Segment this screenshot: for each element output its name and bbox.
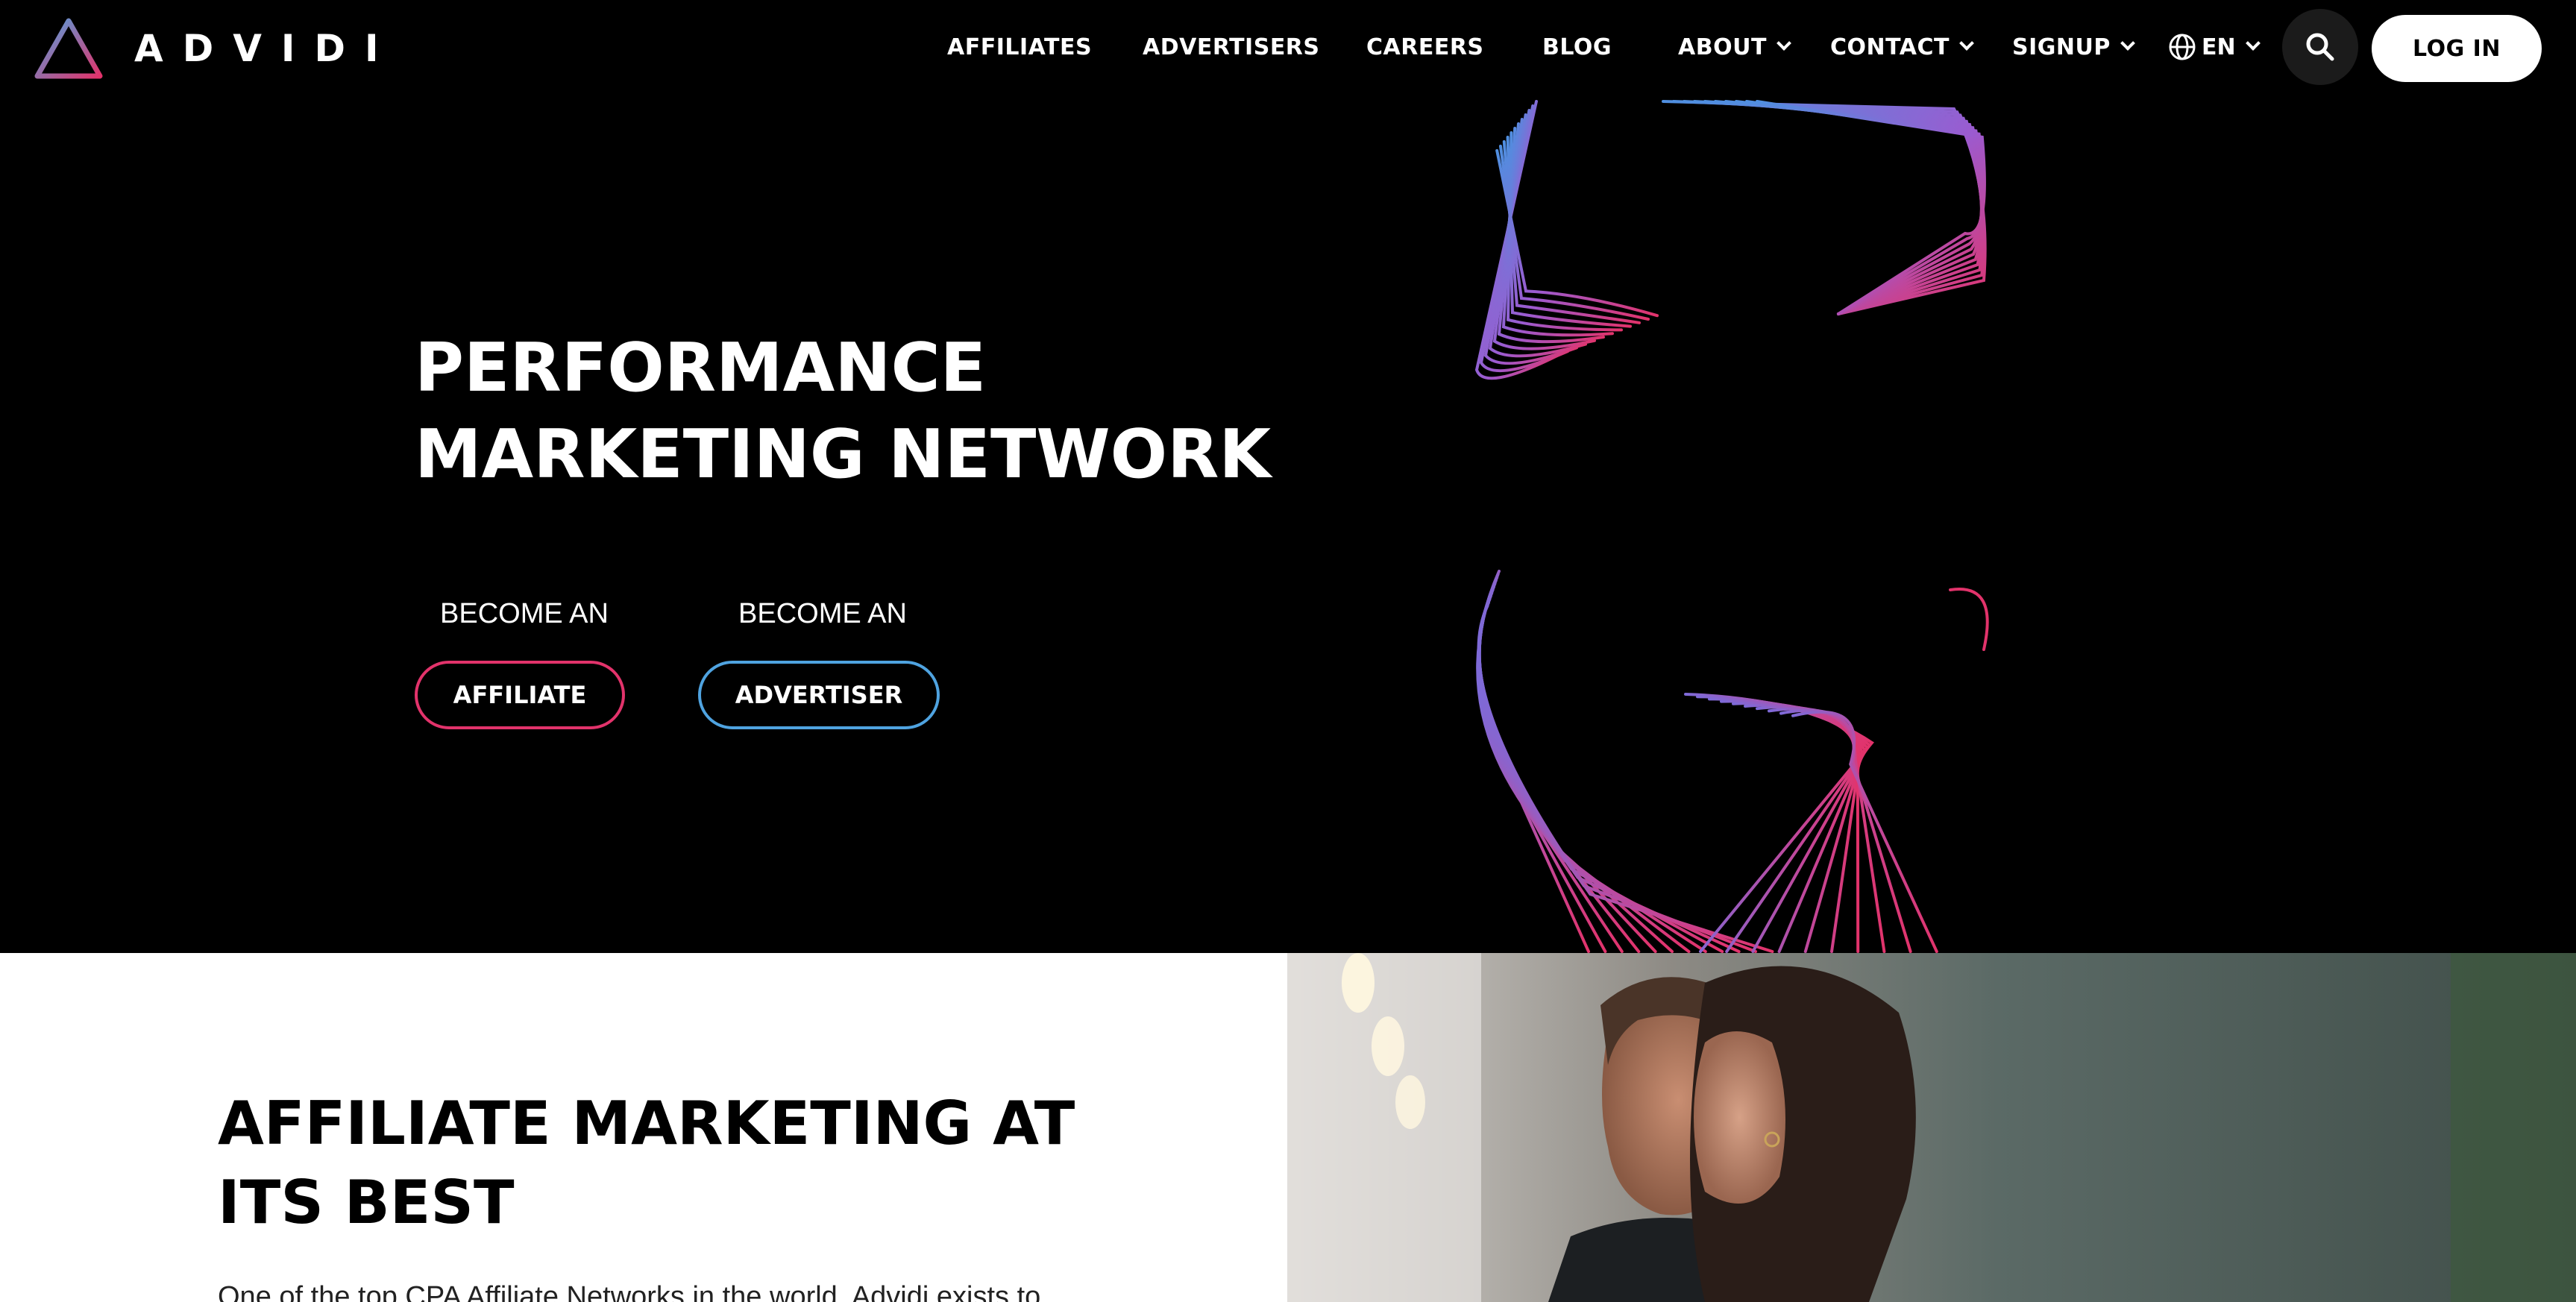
section-text: One of the top CPA Affiliate Networks in… — [218, 1281, 1041, 1302]
brand-name: ADVIDI — [134, 27, 398, 70]
nav-about[interactable]: ABOUT — [1678, 0, 1791, 94]
chevron-down-icon — [1959, 36, 1974, 51]
chevron-down-icon — [2245, 36, 2261, 51]
nav-advertisers[interactable]: ADVERTISERS — [1143, 0, 1320, 94]
language-selector[interactable]: EN — [2167, 0, 2261, 94]
nav-contact[interactable]: CONTACT — [1830, 0, 1974, 94]
art-line — [1477, 582, 1657, 953]
login-button[interactable]: LOG IN — [2372, 15, 2542, 82]
language-label: EN — [2202, 34, 2236, 60]
triangle-logo-icon — [34, 18, 103, 79]
advertiser-prefix: BECOME AN — [738, 598, 907, 629]
art-line — [1477, 573, 1607, 953]
intro-section: AFFILIATE MARKETING AT ITS BEST One of t… — [0, 953, 1287, 1302]
become-advertiser-button[interactable]: ADVERTISER — [698, 661, 940, 729]
nav-signup[interactable]: SIGNUP — [2012, 0, 2135, 94]
team-photo-illustration — [1287, 953, 2576, 1302]
section-title: AFFILIATE MARKETING AT ITS BEST — [218, 1089, 1075, 1237]
chevron-down-icon — [2120, 36, 2135, 51]
art-line — [1477, 601, 1757, 953]
nav-signup-label: SIGNUP — [2012, 34, 2111, 60]
nav-affiliates[interactable]: AFFILIATES — [947, 0, 1092, 94]
chevron-down-icon — [1777, 36, 1791, 51]
affiliate-prefix: BECOME AN — [440, 598, 609, 629]
nav-contact-label: CONTACT — [1830, 34, 1950, 60]
abstract-lines-graphic — [1474, 100, 1989, 953]
art-line — [1745, 100, 1985, 315]
nav-affiliates-label: AFFILIATES — [947, 34, 1093, 60]
art-line — [1499, 145, 1650, 321]
nav-careers[interactable]: CAREERS — [1366, 0, 1484, 94]
become-affiliate-button[interactable]: AFFILIATE — [415, 661, 625, 729]
art-line — [1506, 131, 1623, 332]
art-line — [1720, 699, 1867, 953]
hero-title-line1: PERFORMANCE — [415, 329, 987, 407]
hero-title-line2: MARKETING NETWORK — [415, 415, 1272, 494]
art-line — [1683, 100, 1985, 315]
hero-section: PERFORMANCE MARKETING NETWORK BECOME AN … — [0, 94, 2576, 953]
search-button[interactable] — [2282, 9, 2358, 85]
art-line — [1949, 588, 1989, 651]
art-line — [1696, 695, 1872, 953]
art-line — [1476, 570, 1590, 953]
hero-title: PERFORMANCE MARKETING NETWORK — [415, 325, 1271, 498]
globe-icon — [2169, 34, 2196, 60]
nav-about-label: ABOUT — [1678, 34, 1767, 60]
art-line — [1684, 693, 1874, 953]
nav-blog[interactable]: BLOG — [1542, 0, 1612, 94]
search-icon — [2306, 33, 2334, 61]
site-header: ADVIDI AFFILIATES ADVERTISERS CAREERS BL… — [0, 0, 2576, 94]
nav-blog-label: BLOG — [1542, 34, 1612, 60]
team-photo — [1287, 953, 2576, 1302]
art-line — [1756, 100, 1986, 315]
nav-careers-label: CAREERS — [1366, 34, 1484, 60]
nav-advertisers-label: ADVERTISERS — [1143, 34, 1320, 60]
brand-logo[interactable]: ADVIDI — [33, 16, 398, 81]
